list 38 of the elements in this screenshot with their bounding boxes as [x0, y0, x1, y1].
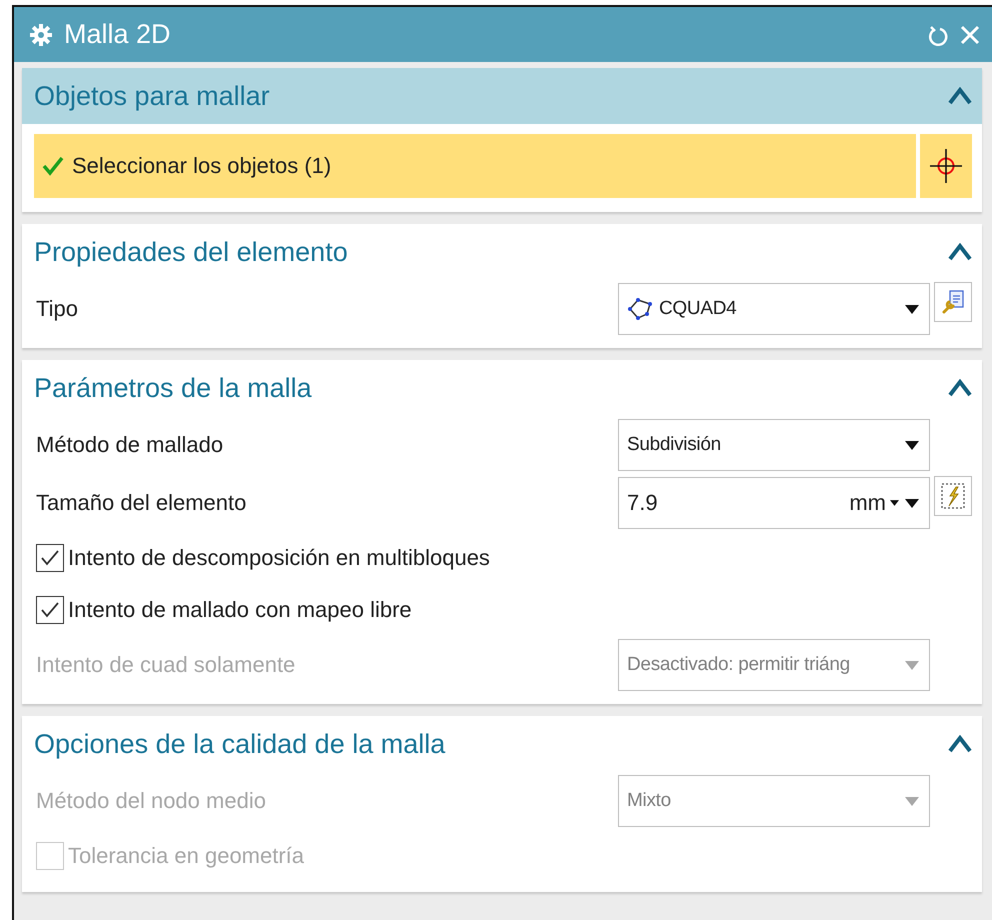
checkbox-label: Intento de mallado con mapeo libre — [68, 597, 413, 623]
lightning-icon — [940, 482, 966, 510]
field-label: Tipo — [36, 296, 79, 322]
type-settings-button[interactable] — [934, 282, 972, 322]
checkmark-icon — [40, 601, 60, 619]
checkbox-label: Tolerancia en geometría — [68, 843, 306, 869]
section-header[interactable]: Parámetros de la malla — [22, 360, 982, 416]
checkmark-icon — [40, 549, 60, 567]
dropdown-arrow-icon — [905, 498, 919, 508]
quad-element-icon — [627, 298, 653, 320]
section-header[interactable]: Opciones de la calidad de la malla — [22, 716, 982, 772]
size-input-field[interactable]: 7.9 mm — [618, 477, 930, 529]
window-title: Malla 2D — [64, 19, 172, 50]
field-label: Método del nodo medio — [36, 788, 267, 814]
close-icon[interactable] — [960, 24, 980, 44]
reset-icon[interactable] — [928, 24, 948, 46]
wrench-document-icon — [941, 289, 965, 315]
field-label: Método de mallado — [36, 432, 224, 458]
gear-icon — [30, 24, 52, 46]
crosshair-icon — [929, 148, 963, 184]
checkbox[interactable] — [36, 596, 64, 624]
checkbox[interactable] — [36, 544, 64, 572]
dropdown-arrow-icon — [905, 796, 919, 806]
section-header[interactable]: Propiedades del elemento — [22, 224, 982, 280]
checkbox-label: Intento de descomposición en multibloques — [68, 545, 491, 571]
unit-selector[interactable]: mm — [849, 490, 899, 516]
object-selector[interactable]: Seleccionar los objetos (1) — [34, 134, 916, 198]
section-header[interactable]: Objetos para mallar — [22, 68, 982, 124]
crosshair-button[interactable] — [920, 134, 972, 198]
dropdown-arrow-icon — [905, 660, 919, 670]
dropdown-field[interactable]: Subdivisión — [618, 419, 930, 471]
inference-button[interactable] — [934, 476, 972, 516]
field-label: Tamaño del elemento — [36, 490, 248, 516]
dropdown-arrow-icon — [890, 500, 899, 506]
dropdown-arrow-icon — [905, 440, 919, 450]
field-label: Intento de cuad solamente — [36, 652, 296, 678]
dropdown-field[interactable]: CQUAD4 — [618, 283, 930, 335]
dropdown-arrow-icon — [905, 304, 919, 314]
